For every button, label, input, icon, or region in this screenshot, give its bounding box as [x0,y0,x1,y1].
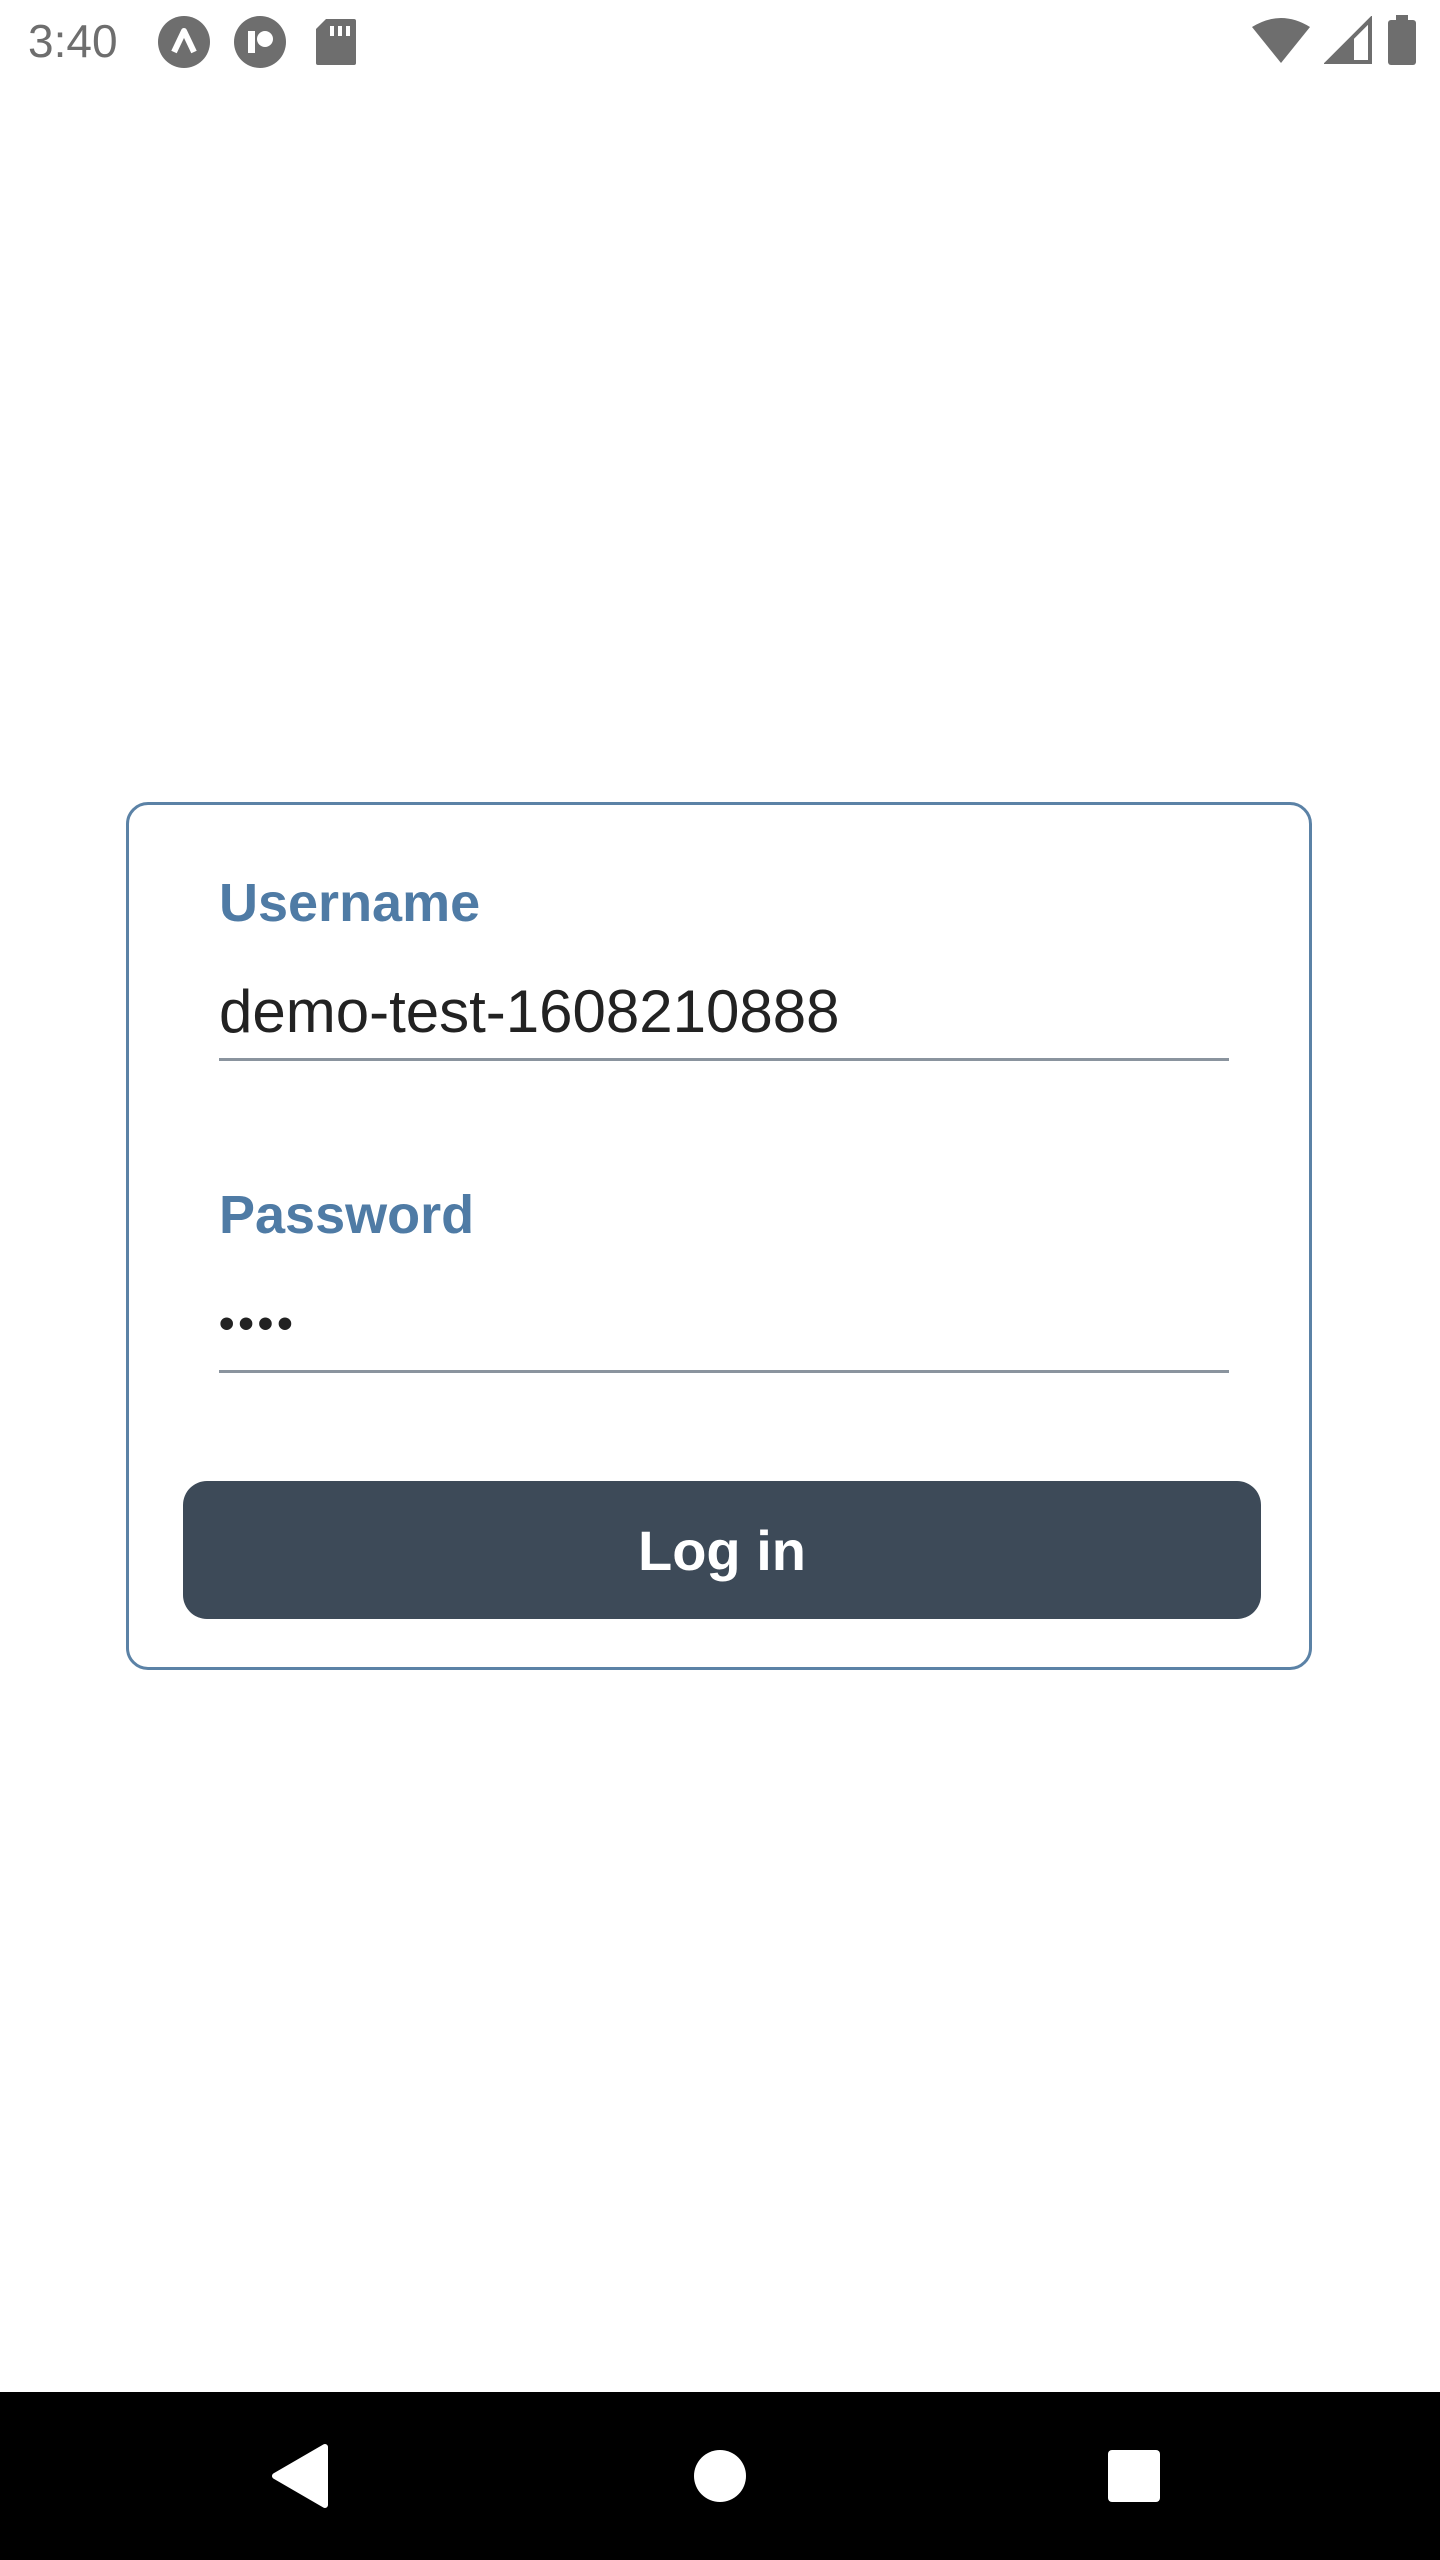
username-field-group: Username [219,871,1229,1061]
username-label: Username [219,873,481,933]
status-time: 3:40 [28,15,118,67]
password-field-group: Password [219,1183,1229,1373]
a-circle-icon [158,16,210,68]
navigation-bar [0,2392,1440,2560]
notification-icons [158,16,362,68]
login-screen: 3:40 Username demo-test-1608210888 Passw… [0,0,1440,2560]
recents-button[interactable] [1090,2432,1178,2520]
home-icon [694,2450,746,2502]
status-bar: 3:40 [0,0,1440,84]
recents-icon [1108,2450,1160,2502]
battery-icon [1388,14,1416,70]
password-input[interactable] [219,1277,1229,1373]
signal-icon [1323,14,1374,69]
sd-card-icon [310,16,362,68]
home-button[interactable] [676,2432,764,2520]
back-button[interactable] [256,2432,344,2520]
r-circle-icon [234,16,286,68]
system-icons [1252,14,1416,70]
password-label: Password [219,1185,475,1245]
login-button[interactable]: Log in [183,1481,1261,1619]
wifi-icon [1252,17,1310,68]
username-input[interactable] [219,965,1229,1061]
login-form: Username Password Log in [126,802,1312,1670]
back-icon [272,2444,328,2508]
